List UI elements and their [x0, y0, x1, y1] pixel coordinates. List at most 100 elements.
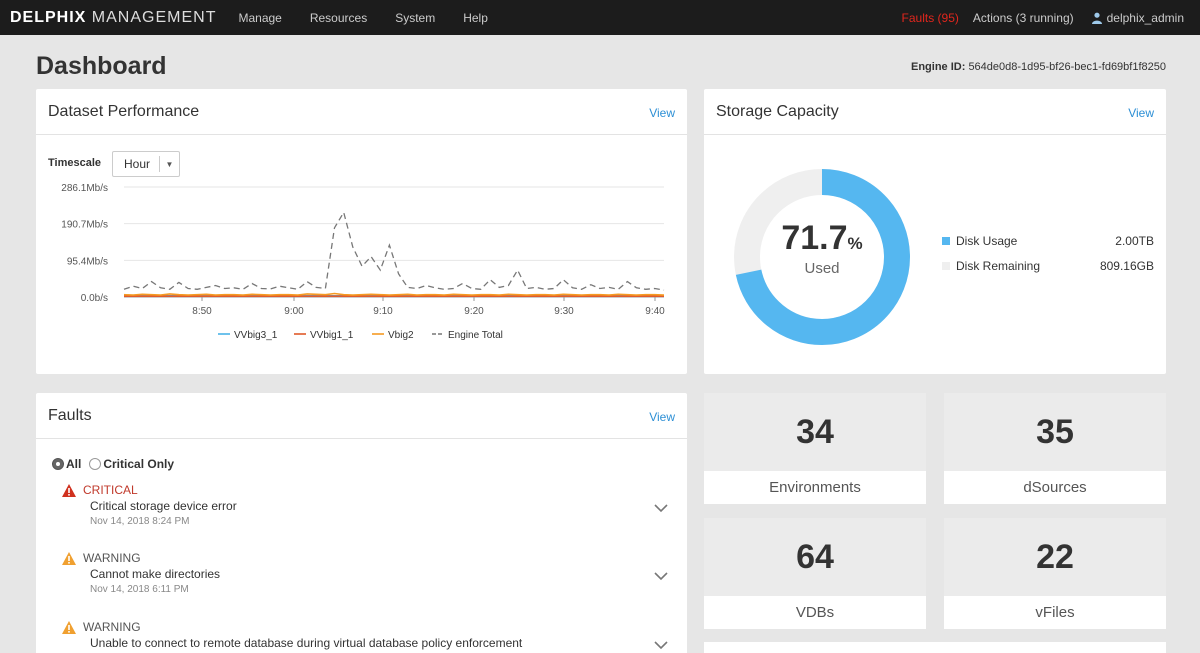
- stat-label: VDBs: [704, 596, 926, 629]
- caret-down-icon: ▼: [159, 156, 179, 172]
- legend-disk-remaining: Disk Remaining 809.16GB: [942, 259, 1154, 273]
- radio-critical-label: Critical Only: [103, 457, 175, 471]
- y-tick-label: 0.0b/s: [81, 293, 108, 304]
- legend-swatch: [942, 262, 950, 270]
- warning-icon: [62, 551, 76, 565]
- stat-vdbs[interactable]: 64 VDBs: [704, 518, 926, 629]
- donut-center: 71.7% Used: [732, 219, 912, 277]
- y-tick-label: 286.1Mb/s: [61, 183, 108, 194]
- y-tick-label: 190.7Mb/s: [61, 220, 108, 231]
- faults-card: Faults View All Critical Only CRITICAL C…: [36, 393, 687, 653]
- view-link[interactable]: View: [649, 410, 675, 424]
- app-logo[interactable]: DELPHIX MANAGEMENT: [10, 9, 216, 27]
- timescale-label: Timescale: [48, 157, 102, 169]
- fault-message: Unable to connect to remote database dur…: [90, 636, 523, 650]
- stat-dsources[interactable]: 35 dSources: [944, 393, 1166, 504]
- x-tick-label: 9:00: [284, 306, 304, 317]
- stat-label: dSources: [944, 471, 1166, 504]
- stat-label: vFiles: [944, 596, 1166, 629]
- card-header: Storage Capacity View: [704, 89, 1166, 135]
- fault-head: WARNING: [62, 620, 662, 634]
- used-percent: 71.7%: [732, 219, 912, 258]
- faults-link[interactable]: Faults (95): [902, 11, 959, 25]
- user-menu[interactable]: delphix_admin: [1091, 10, 1184, 25]
- fault-item[interactable]: WARNING Unable to connect to remote data…: [62, 620, 668, 653]
- radio-critical-only[interactable]: [89, 458, 102, 470]
- legend-swatch: [942, 237, 950, 245]
- x-tick-label: 8:50: [192, 306, 212, 317]
- fault-time: Nov 14, 2018 8:24 PM: [90, 516, 190, 527]
- stat-value: 35: [944, 393, 1166, 471]
- top-right-menu: Faults (95) Actions (3 running) delphix_…: [902, 0, 1184, 35]
- nav-help[interactable]: Help: [463, 11, 488, 25]
- fault-item[interactable]: CRITICAL Critical storage device error N…: [62, 483, 668, 527]
- fault-time: Nov 14, 2018 6:11 PM: [90, 584, 189, 595]
- engine-id-label: Engine ID:: [910, 61, 966, 73]
- stat-value: 22: [944, 518, 1166, 596]
- dataset-performance-card: Dataset Performance View Timescale Hour …: [36, 89, 687, 374]
- page-title: Dashboard: [36, 52, 167, 80]
- legend-label: VVbig1_1: [310, 330, 354, 341]
- actions-link[interactable]: Actions (3 running): [973, 11, 1074, 25]
- legend-label: Disk Usage: [956, 234, 1018, 248]
- view-link[interactable]: View: [1128, 106, 1154, 120]
- fault-head: WARNING: [62, 551, 662, 565]
- card-title: Storage Capacity: [716, 102, 839, 120]
- chevron-down-icon[interactable]: [654, 503, 668, 513]
- fault-message: Critical storage device error: [90, 499, 237, 513]
- stat-label: Environments: [704, 471, 926, 504]
- legend-value: 809.16GB: [1099, 259, 1154, 273]
- stat-value: 64: [704, 518, 926, 596]
- fault-severity: CRITICAL: [83, 483, 138, 497]
- card-header: Faults View: [36, 393, 687, 439]
- performance-chart: 286.1Mb/s 190.7Mb/s 95.4Mb/s 0.0b/s 8:50 9:00…: [61, 183, 665, 341]
- fault-message: Cannot make directories: [90, 567, 221, 581]
- fault-severity: WARNING: [83, 620, 141, 634]
- legend-value: 2.00TB: [1115, 234, 1154, 248]
- legend-label: Disk Remaining: [956, 259, 1041, 273]
- x-tick-label: 9:10: [373, 306, 393, 317]
- used-label: Used: [804, 260, 840, 277]
- storage-donut: 71.7% Used: [732, 167, 912, 347]
- x-tick-label: 9:40: [645, 306, 665, 317]
- chevron-down-icon[interactable]: [654, 571, 668, 581]
- card-title: Faults: [48, 406, 92, 424]
- legend-label: VVbig3_1: [234, 330, 278, 341]
- engine-id-value: 564de0d8-1d95-bf26-bec1-fd69bf1f8250: [968, 61, 1166, 73]
- main-nav: Manage Resources System Help: [238, 11, 515, 25]
- chevron-down-icon[interactable]: [654, 640, 668, 650]
- fault-filter: All Critical Only: [52, 457, 174, 471]
- stat-value: 34: [704, 393, 926, 471]
- legend-disk-usage: Disk Usage 2.00TB: [942, 234, 1154, 248]
- storage-capacity-card: Storage Capacity View 71.7% Used Disk Us…: [704, 89, 1166, 374]
- used-percent-value: 71.7: [781, 219, 848, 257]
- legend-label: Engine Total: [448, 330, 503, 341]
- x-tick-label: 9:30: [554, 306, 574, 317]
- brand-rest: MANAGEMENT: [91, 8, 217, 26]
- y-tick-label: 95.4Mb/s: [67, 256, 108, 267]
- radio-all-label: All: [66, 457, 82, 471]
- fault-head: CRITICAL: [62, 483, 662, 497]
- timescale-value: Hour: [124, 157, 151, 171]
- nav-manage[interactable]: Manage: [238, 11, 281, 25]
- fault-severity: WARNING: [83, 551, 141, 565]
- radio-all[interactable]: [52, 458, 64, 470]
- nav-resources[interactable]: Resources: [310, 11, 367, 25]
- card-title: Dataset Performance: [48, 102, 200, 120]
- stat-vfiles[interactable]: 22 vFiles: [944, 518, 1166, 629]
- stat-environments[interactable]: 34 Environments: [704, 393, 926, 504]
- series-line-vbig2: [123, 292, 665, 296]
- engine-id: Engine ID: 564de0d8-1d95-bf26-bec1-fd69b…: [911, 61, 1166, 73]
- legend-label: Vbig2: [388, 330, 414, 341]
- user-icon: [1091, 12, 1102, 24]
- user-name: delphix_admin: [1106, 10, 1184, 25]
- view-link[interactable]: View: [649, 106, 675, 120]
- fault-item[interactable]: WARNING Cannot make directories Nov 14, …: [62, 551, 668, 595]
- card-header: Dataset Performance View: [36, 89, 687, 135]
- nav-system[interactable]: System: [395, 11, 435, 25]
- partial-card: [704, 642, 1166, 653]
- top-nav-bar: DELPHIX MANAGEMENT Manage Resources Syst…: [0, 0, 1200, 35]
- percent-sign: %: [847, 234, 863, 253]
- warning-icon: [62, 620, 76, 634]
- timescale-select[interactable]: Hour ▼: [112, 151, 180, 177]
